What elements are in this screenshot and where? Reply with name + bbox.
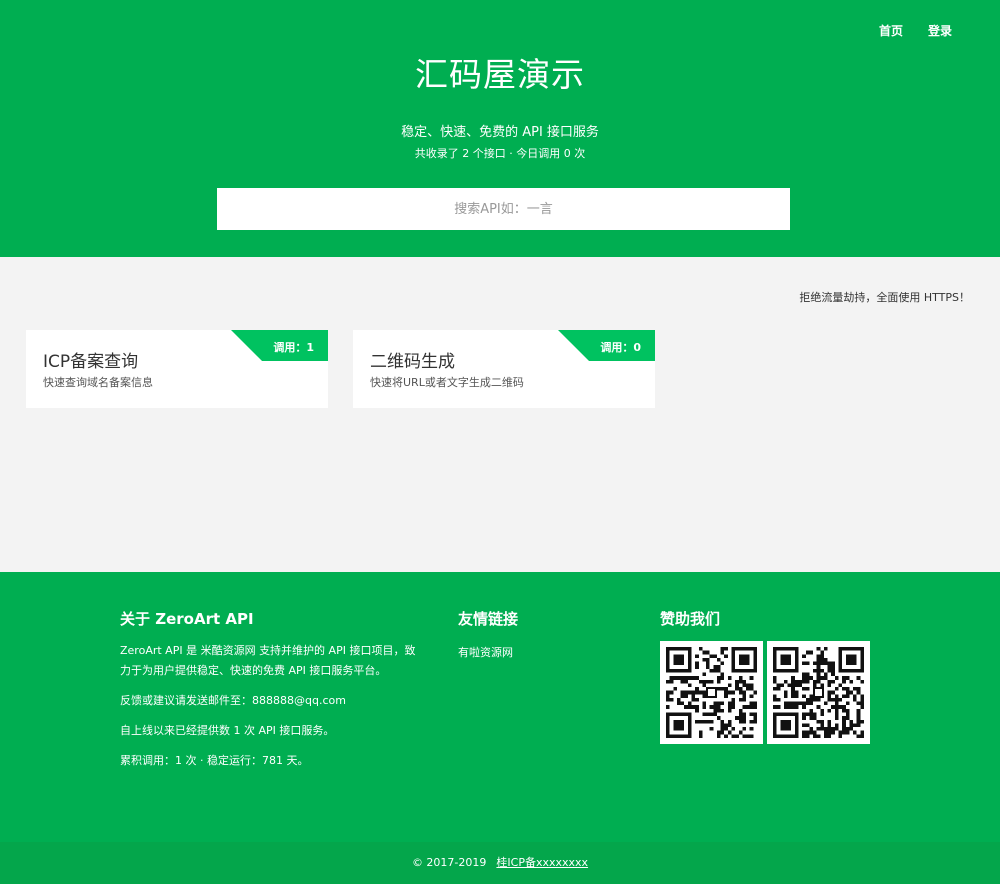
nav-login-link[interactable]: 登录 (928, 22, 952, 39)
site-footer: 关于 ZeroArt API ZeroArt API 是 米酷资源网 支持并维护… (0, 572, 1000, 842)
footer-about: 关于 ZeroArt API ZeroArt API 是 米酷资源网 支持并维护… (120, 608, 420, 771)
call-count-badge: 调用：1 (273, 341, 314, 354)
qr-code-icon (666, 647, 757, 738)
api-card-description: 快速将URL或者文字生成二维码 (370, 376, 524, 389)
footer-sponsor: 赞助我们 (660, 608, 872, 744)
search-input[interactable] (217, 188, 790, 230)
call-count-badge: 调用：0 (600, 341, 641, 354)
icp-link[interactable]: 桂ICP备xxxxxxxx (496, 856, 588, 869)
footer-about-heading: 关于 ZeroArt API (120, 610, 254, 628)
footer-links: 友情链接 有啦资源网 (458, 608, 608, 660)
site-subtitle: 稳定、快速、免费的 API 接口服务 (401, 125, 599, 140)
api-card-title: 二维码生成 (370, 352, 455, 372)
qr-code-icon (773, 647, 864, 738)
footer-feedback: 反馈或建议请发送邮件至：888888@qq.com (120, 694, 346, 707)
site-stats: 共收录了 2 个接口 · 今日调用 0 次 (414, 147, 586, 160)
nav-home-link[interactable]: 首页 (879, 22, 903, 39)
friend-link[interactable]: 有啦资源网 (458, 646, 513, 659)
api-card-icp[interactable]: 调用：1 ICP备案查询 快速查询域名备案信息 (26, 330, 328, 408)
sponsor-qr-code-1 (660, 641, 763, 744)
api-card-title: ICP备案查询 (43, 352, 139, 372)
footer-total-stats: 累积调用：1 次 · 稳定运行：781 天。 (120, 754, 309, 767)
api-card-description: 快速查询域名备案信息 (43, 376, 153, 389)
footer-sponsor-heading: 赞助我们 (660, 610, 721, 628)
hero-header: 首页 登录 汇码屋演示 稳定、快速、免费的 API 接口服务 共收录了 2 个接… (0, 0, 1000, 257)
https-notice: 拒绝流量劫持，全面使用 HTTPS！ (799, 291, 970, 304)
copyright-text: © 2017-2019 (411, 856, 487, 869)
site-title: 汇码屋演示 (415, 55, 585, 94)
footer-links-heading: 友情链接 (458, 610, 519, 628)
api-card-qrcode[interactable]: 调用：0 二维码生成 快速将URL或者文字生成二维码 (353, 330, 655, 408)
copyright-bar: © 2017-2019 桂ICP备xxxxxxxx (0, 842, 1000, 884)
footer-about-text: ZeroArt API 是 米酷资源网 支持并维护的 API 接口项目，致力于为… (120, 644, 416, 677)
sponsor-qr-code-2 (767, 641, 870, 744)
footer-served-count: 自上线以来已经提供数 1 次 API 接口服务。 (120, 724, 335, 737)
top-nav: 首页 登录 (879, 22, 952, 39)
